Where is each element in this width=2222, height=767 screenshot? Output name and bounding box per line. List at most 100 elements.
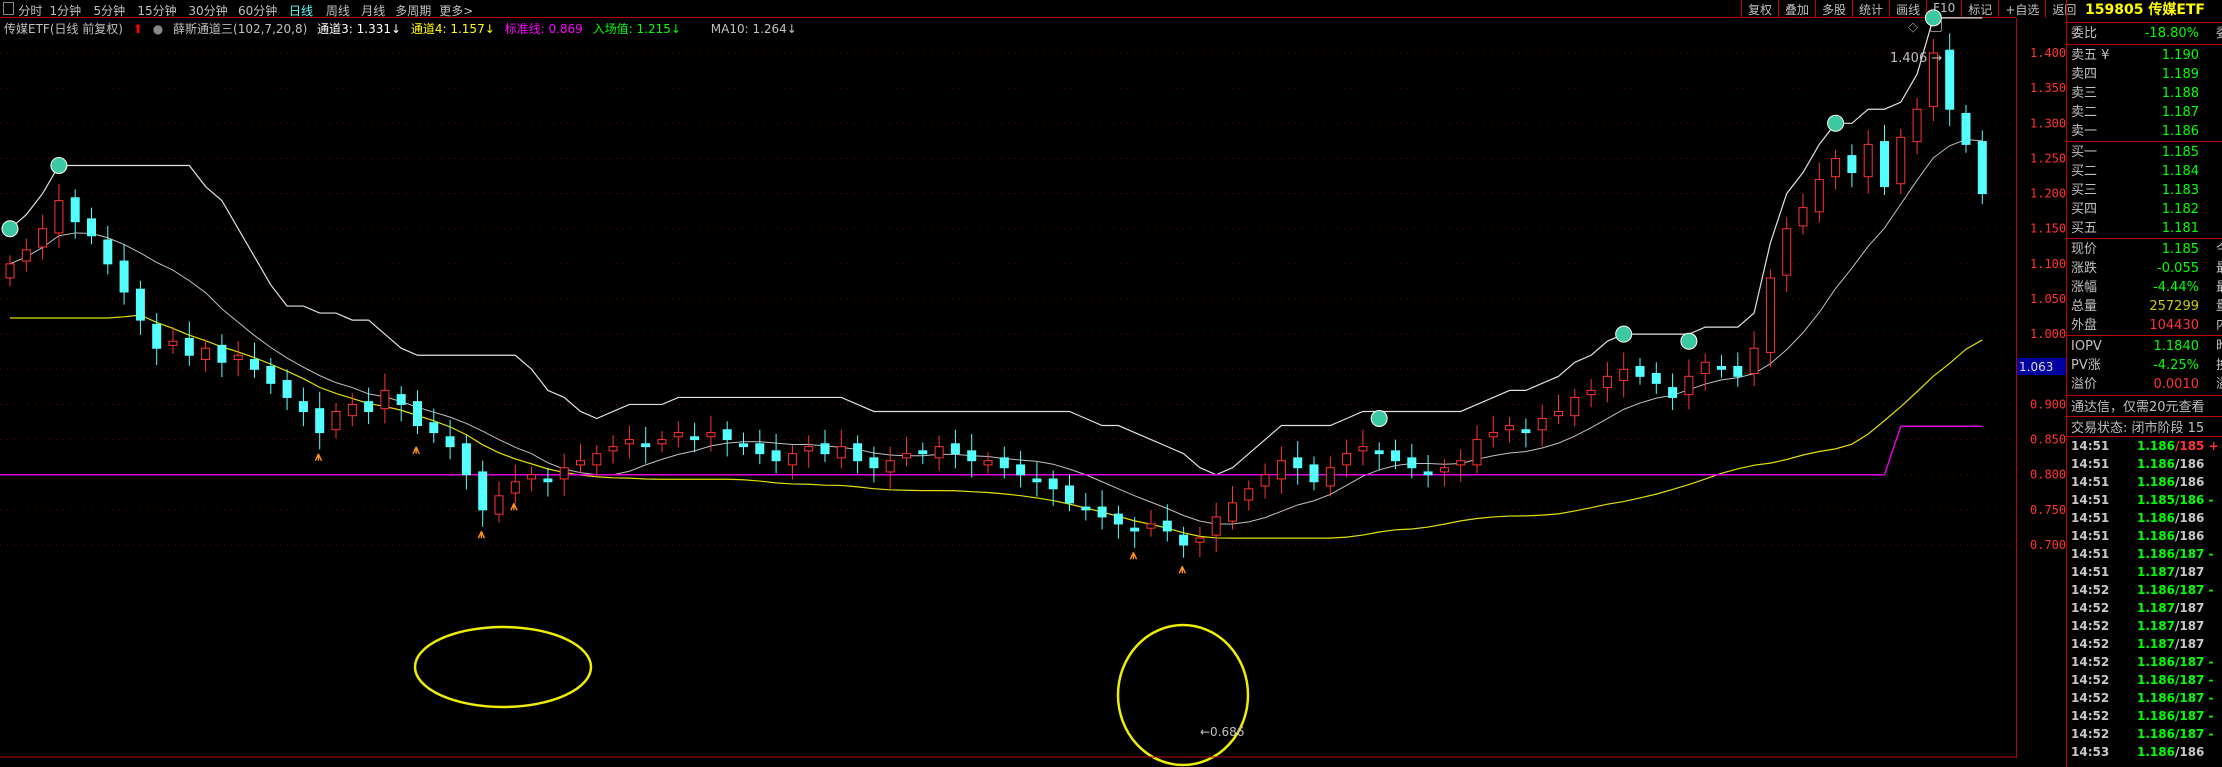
- candle-down: [1179, 534, 1189, 546]
- tick-row: 14:51 1.186/187 -: [2071, 545, 2221, 563]
- candle-down: [1065, 485, 1074, 504]
- row-value: -18.80%: [2144, 26, 2199, 41]
- stat-row: 涨幅 -4.44% 最: [2071, 278, 2222, 297]
- candle-down: [1113, 513, 1123, 525]
- tick-volume: /187: [2174, 619, 2205, 633]
- candle-up: [201, 347, 211, 360]
- sell-signal-icon: [1615, 325, 1633, 343]
- candle-up: [1325, 467, 1335, 487]
- candle-up: [347, 403, 357, 417]
- tick-volume: /186: [2174, 529, 2205, 543]
- tick-time: 14:52: [2071, 709, 2110, 723]
- candle-down: [298, 401, 308, 412]
- buy-signal-icon: ⩚: [314, 450, 323, 465]
- candle-down: [1081, 506, 1091, 511]
- y-tick-label: 0.900: [2030, 397, 2066, 411]
- candle-down: [70, 197, 80, 223]
- candle-down: [1733, 365, 1743, 377]
- candle-down: [478, 471, 488, 511]
- buy-signal-icon: ⩚: [509, 499, 518, 514]
- tick-row: 14:53 1.186/186: [2071, 743, 2221, 761]
- candle-up: [54, 200, 64, 234]
- candle-up: [510, 481, 520, 494]
- tick-volume: /187: [2174, 601, 2205, 615]
- candle-up: [380, 389, 390, 410]
- candle-down: [918, 450, 928, 455]
- candle-up: [1570, 396, 1580, 417]
- row-value: 1.187: [2161, 105, 2199, 120]
- tick-price: 1.187/187: [2137, 637, 2205, 651]
- row-value: 1.190: [2161, 48, 2199, 63]
- row-label: 卖二: [2071, 105, 2098, 120]
- row-value: 0.0010: [2153, 377, 2200, 392]
- tick-row: 14:52 1.186/187 -: [2071, 725, 2221, 743]
- row-label: 外盘: [2071, 318, 2098, 333]
- candle-down: [641, 443, 651, 448]
- row-value: 1.189: [2161, 67, 2199, 82]
- tick-price: 1.186/186: [2137, 511, 2205, 525]
- tick-row: 14:51 1.187/187: [2071, 563, 2221, 581]
- row-label: 买二: [2071, 164, 2098, 179]
- low-price-label: ←0.686: [1200, 725, 1244, 739]
- candle-down: [217, 344, 227, 363]
- candle-down: [1032, 478, 1042, 483]
- divider: [2067, 44, 2222, 45]
- sell-level-row: 卖四 1.189: [2071, 65, 2221, 84]
- tick-time: 14:52: [2071, 619, 2110, 633]
- tick-row: 14:52 1.186/187 -: [2071, 689, 2221, 707]
- candle-up: [1700, 361, 1710, 375]
- tick-time: 14:52: [2071, 691, 2110, 705]
- candle-up: [233, 354, 243, 360]
- sell-level-row: 卖一 1.186: [2071, 122, 2221, 141]
- tick-volume: /187 -: [2174, 673, 2214, 687]
- candle-down: [869, 457, 879, 469]
- tick-price: 1.187/187: [2137, 601, 2205, 615]
- candle-down: [771, 450, 781, 462]
- candle-up: [624, 439, 634, 445]
- candle-down: [853, 443, 863, 462]
- candle-up: [559, 467, 569, 480]
- tick-row: 14:51 1.186/186: [2071, 509, 2221, 527]
- row-value: -0.055: [2157, 261, 2199, 276]
- row-value: 1.185: [2161, 242, 2199, 257]
- tick-price: 1.186/186: [2137, 457, 2205, 471]
- candle-up: [527, 474, 537, 480]
- candle-up: [657, 439, 667, 445]
- y-tick-label: 1.100: [2030, 257, 2066, 271]
- row-label: 买五: [2071, 221, 2098, 236]
- sell-signal-icon: [1370, 410, 1388, 428]
- candle-up: [1244, 488, 1254, 501]
- candle-up: [1505, 425, 1515, 431]
- tick-volume: /186: [2174, 745, 2205, 759]
- candlestick-chart[interactable]: 1.400 1.350 1.300 1.250 1.200 1.150 1.100 1.050…: [0, 0, 2066, 767]
- tick-price: 1.186/187 -: [2137, 583, 2214, 597]
- row-value: 1.186: [2161, 124, 2199, 139]
- row-value: 104430: [2149, 318, 2199, 333]
- buy-level-row: 买五 1.181: [2071, 219, 2221, 238]
- tick-volume: /185 +: [2174, 439, 2219, 453]
- candle-up: [1537, 418, 1547, 431]
- highlight-circle: [1116, 623, 1250, 767]
- candle-down: [1048, 478, 1058, 490]
- row-value: 1.184: [2161, 164, 2199, 179]
- buy-level-row: 买二 1.184: [2071, 162, 2221, 181]
- tick-time: 14:51: [2071, 529, 2110, 543]
- tick-volume: /186 -: [2174, 493, 2214, 507]
- row-right-label: 昨: [2216, 337, 2222, 356]
- candle-up: [1602, 375, 1612, 389]
- candle-down: [1423, 471, 1433, 476]
- tick-volume: /187 -: [2174, 709, 2214, 723]
- candle-down: [543, 478, 553, 483]
- candle-down: [396, 394, 406, 405]
- tick-row: 14:52 1.186/187 -: [2071, 707, 2221, 725]
- y-tick-label: 0.750: [2030, 503, 2066, 517]
- tick-price: 1.187/187: [2137, 619, 2205, 633]
- candle-up: [885, 460, 895, 473]
- tick-volume: /187 -: [2174, 583, 2214, 597]
- candle-down: [250, 358, 259, 370]
- buy-signal-icon: ⩚: [1129, 548, 1138, 563]
- standard-line: [0, 425, 1983, 476]
- promo-link[interactable]: 通达信，仅需20元查看: [2071, 396, 2205, 415]
- quote-panel: 159805 传媒ETF 委比 -18.80% 委卖五 ¥ 1.190 卖四 1.189 卖三…: [2066, 0, 2222, 767]
- row-right-label: 换: [2216, 356, 2222, 375]
